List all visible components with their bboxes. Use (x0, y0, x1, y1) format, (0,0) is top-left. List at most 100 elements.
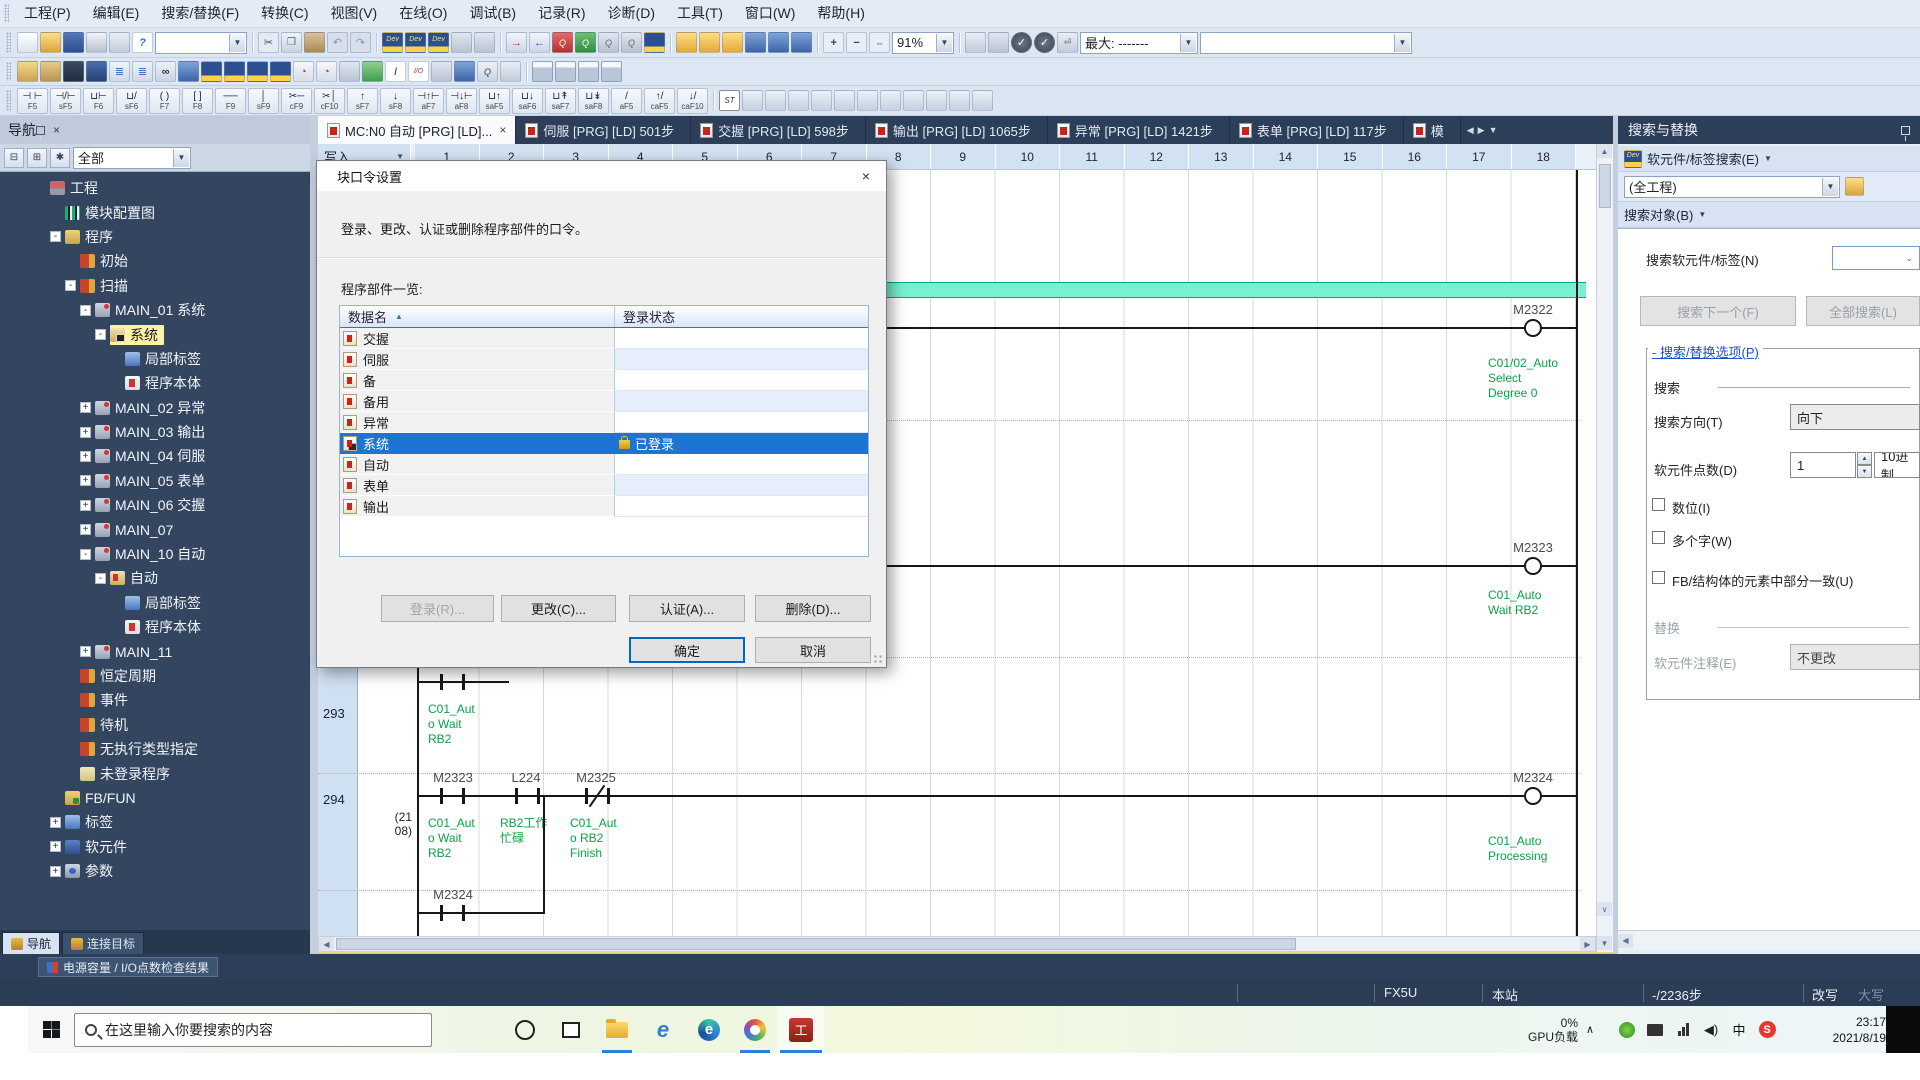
pointer-icon[interactable] (903, 90, 924, 111)
tree-item[interactable]: 恒定周期 (0, 664, 310, 688)
tree-expand-icon[interactable]: - (65, 280, 76, 291)
dev-pair-icon[interactable] (644, 32, 665, 53)
document-tab[interactable]: MC:N0 自动 [PRG] [LD]... × (318, 116, 516, 144)
sogou-icon[interactable]: S (1754, 1006, 1780, 1053)
taskbar-search[interactable]: 在这里输入你要搜索的内容 (74, 1013, 432, 1047)
points-spinner[interactable]: ▲▼ (1857, 452, 1872, 478)
toolbar-grip[interactable] (4, 4, 9, 23)
tree-item[interactable]: 待机 (0, 713, 310, 737)
io-check-icon[interactable] (408, 61, 429, 82)
edit2-icon[interactable] (788, 90, 809, 111)
jump-icon[interactable] (880, 90, 901, 111)
tree-item[interactable]: + MAIN_03 输出 (0, 420, 310, 444)
search-zoom-icon[interactable] (477, 61, 498, 82)
copy-page-icon[interactable] (109, 32, 130, 53)
menu-item[interactable]: 转换(C) (250, 0, 319, 27)
tree-expand-icon[interactable]: + (80, 500, 91, 511)
menu-item[interactable]: 在线(O) (388, 0, 458, 27)
win-b-icon[interactable] (555, 61, 576, 82)
watch-combobox[interactable]: ▼ (1200, 32, 1412, 54)
tree-expand-icon[interactable]: ⊞ (27, 148, 47, 168)
coil-symbol[interactable] (1524, 557, 1542, 575)
tree-item[interactable]: - MAIN_01 系统 (0, 298, 310, 322)
tree-item[interactable]: + MAIN_05 表单 (0, 469, 310, 493)
ladder-symbol-button[interactable]: ✂─ cF9 (281, 88, 312, 114)
ladder-symbol-button[interactable]: ⊔↟ saF7 (545, 88, 576, 114)
menu-item[interactable]: 视图(V) (320, 0, 389, 27)
ladder-symbol-button[interactable]: ⊣↓⊢ aF8 (446, 88, 477, 114)
find-icon[interactable] (926, 90, 947, 111)
selection-win-icon[interactable] (40, 61, 61, 82)
watch-b-icon[interactable] (316, 61, 337, 82)
scroll-page-icon[interactable]: ∨ (1597, 902, 1612, 916)
tree-item[interactable]: 程序本体 (0, 615, 310, 639)
table-header[interactable]: 数据名▲ 登录状态 (340, 306, 868, 328)
tree-item[interactable]: + MAIN_07 (0, 517, 310, 541)
tree-item[interactable]: FB/FUN (0, 786, 310, 810)
buffer-icon[interactable] (988, 32, 1009, 53)
scroll-right-icon[interactable]: ▶ (1580, 937, 1595, 951)
gray-a-icon[interactable] (339, 61, 360, 82)
table-row[interactable]: 备用 (340, 391, 868, 412)
tree-item[interactable]: 局部标签 (0, 591, 310, 615)
contact-symbol[interactable] (585, 788, 588, 804)
binoc-icon[interactable] (155, 61, 176, 82)
scroll-down-icon[interactable]: ▼ (1597, 936, 1612, 950)
menu-item[interactable]: 窗口(W) (734, 0, 807, 27)
contact-symbol[interactable] (462, 788, 465, 804)
target-icon[interactable] (965, 32, 986, 53)
coil-symbol[interactable] (1524, 319, 1542, 337)
ladder-symbol-button[interactable]: ⊣ ⊢ F5 (17, 88, 48, 114)
internet-explorer-button[interactable]: e (640, 1006, 686, 1053)
contact-symbol[interactable] (607, 788, 610, 804)
vertical-scrollbar[interactable]: ▲ ∨ ▼ (1596, 144, 1613, 952)
device-comment-combobox[interactable]: 不更改 (1790, 644, 1920, 670)
toolbar-grip[interactable] (6, 62, 11, 81)
points-base-combobox[interactable]: 10进制 (1874, 452, 1920, 478)
dialog-close-button[interactable]: × (846, 161, 886, 191)
prog-check-icon[interactable] (454, 61, 475, 82)
tree-expand-icon[interactable]: + (80, 402, 91, 413)
scope-combobox[interactable]: (全工程)▼ (1624, 176, 1840, 198)
tree-item[interactable]: + MAIN_04 伺服 (0, 444, 310, 468)
tree-item[interactable]: + MAIN_11 (0, 639, 310, 663)
tree-expand-icon[interactable]: - (80, 305, 91, 316)
chevron-down-icon[interactable]: ▼ (1180, 34, 1196, 52)
ladder-symbol-button[interactable]: ⊔/ sF6 (116, 88, 147, 114)
find-device-combobox[interactable]: ⌄ (1832, 246, 1920, 270)
tree-expand-icon[interactable]: - (50, 231, 61, 242)
gear-icon[interactable]: ✱ (50, 148, 70, 168)
edge-button[interactable]: e (686, 1006, 732, 1053)
tree-item[interactable]: - 程序 (0, 225, 310, 249)
multiword-checkbox[interactable] (1652, 531, 1665, 544)
undo-icon[interactable] (327, 32, 348, 53)
spin-up-icon[interactable]: ▲ (1857, 452, 1872, 465)
tree-filter-combobox[interactable]: 全部▼ (73, 147, 191, 169)
ladder-symbol-button[interactable]: / aF5 (611, 88, 642, 114)
chevron-down-icon[interactable]: ▼ (229, 34, 245, 52)
dev-comment-icon[interactable] (382, 32, 403, 53)
clock[interactable]: 23:172021/8/19 (1792, 1006, 1892, 1053)
list-b-icon[interactable] (132, 61, 153, 82)
find-next-button[interactable]: 搜索下一个(F) (1640, 296, 1796, 326)
tree-expand-icon[interactable]: + (80, 451, 91, 462)
scroll-left-icon[interactable]: ◀ (319, 937, 334, 951)
search-direction-combobox[interactable]: 向下 (1790, 404, 1920, 430)
table-row[interactable]: 异常 (340, 412, 868, 433)
redo-icon[interactable] (350, 32, 371, 53)
contact-symbol[interactable] (440, 905, 443, 921)
transfer-stop-icon[interactable] (699, 32, 720, 53)
device-points-input[interactable]: 1 (1790, 452, 1856, 478)
dev-c-icon[interactable] (247, 61, 268, 82)
tab-scroll-right-icon[interactable]: ▶ (1478, 125, 1485, 136)
ladder-symbol-button[interactable]: ⊔⊢ F6 (83, 88, 114, 114)
cancel-button[interactable]: 取消 (755, 637, 871, 663)
check-ok-icon[interactable] (1011, 32, 1032, 53)
chevron-down-icon[interactable]: ▼ (1394, 34, 1410, 52)
edit1-icon[interactable] (765, 90, 786, 111)
block-b-icon[interactable] (474, 32, 495, 53)
ladder-symbol-button[interactable]: ( ) F7 (149, 88, 180, 114)
tree-item[interactable]: 程序本体 (0, 371, 310, 395)
document-tab[interactable]: 交握 [PRG] [LD] 598步 (691, 116, 866, 144)
search-mode-selector[interactable]: 软元件/标签搜索(E) ▼ (1618, 146, 1920, 172)
